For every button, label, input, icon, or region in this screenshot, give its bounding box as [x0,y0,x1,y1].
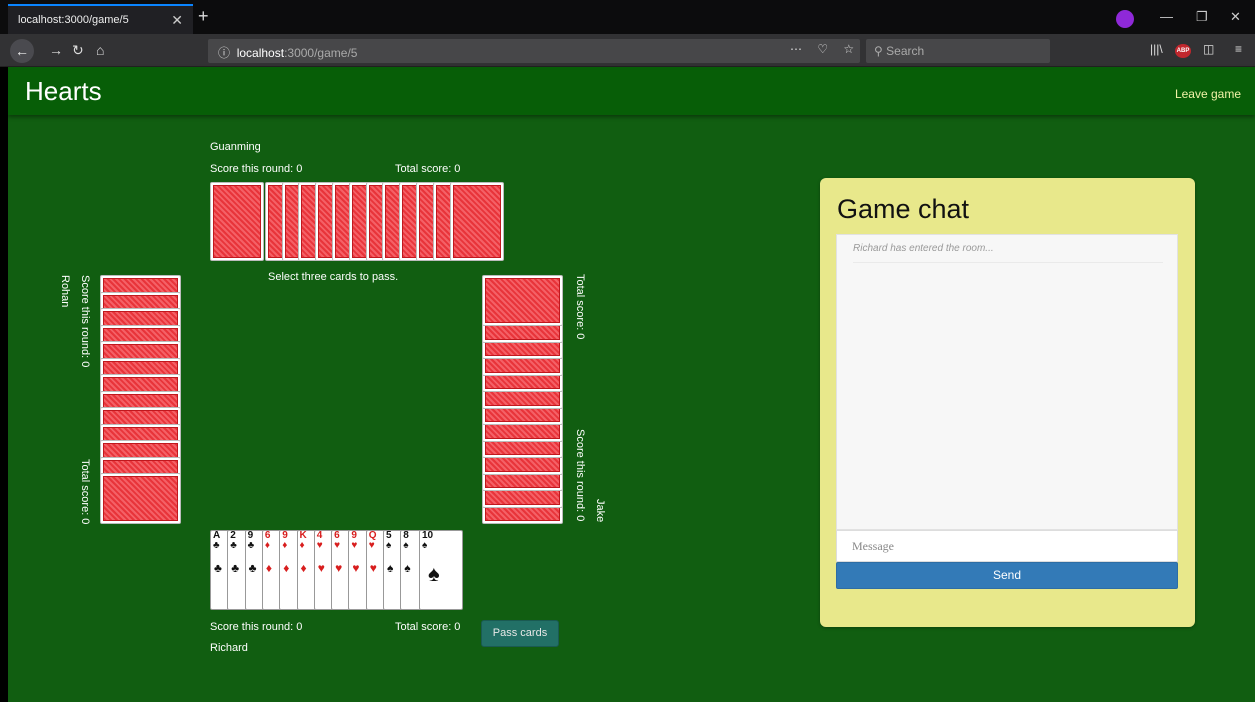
card-back-pattern [103,476,178,521]
card-pip-icon: ♦ [283,561,290,575]
bottom-round-score: Score this round: 0 [210,621,303,633]
card-pip-icon: ♣ [248,561,257,575]
pass-instruction: Select three cards to pass. [268,271,399,283]
left-round-score: Score this round: 0 [79,275,91,368]
back-icon[interactable]: ← [10,39,34,63]
card-back [482,275,563,326]
browser-tab[interactable]: localhost:3000/game/5 ✕ [8,4,193,34]
card-pip-icon: ♠ [428,561,440,586]
right-player-name: Jake [594,499,606,523]
card-back-pattern [213,185,261,258]
bottom-total-score: Total score: 0 [395,621,461,633]
chat-log[interactable]: Richard has entered the room... [836,234,1178,530]
home-icon[interactable]: ⌂ [96,42,104,58]
card-pip-icon: ♠ [404,561,411,575]
browser-nav-bar: ← → ↻ ⌂ ⓘ localhost:3000/game/5 ⋯ ♡ ☆ ⚲ … [0,34,1255,67]
card-back [449,182,504,261]
info-icon[interactable]: ⓘ [218,46,230,60]
reload-icon[interactable]: ↻ [72,42,84,59]
url-bar[interactable]: ⓘ localhost:3000/game/5 [208,39,860,63]
hearts-app: Hearts Leave game Guanming Score this ro… [8,67,1255,702]
right-round-score: Score this round: 0 [574,429,586,522]
sidebar-icon[interactable]: ◫ [1203,42,1214,56]
top-player-name: Guanming [210,141,261,153]
forward-icon[interactable]: → [49,42,63,58]
left-player-name: Rohan [59,275,71,308]
card-pip-icon: ♥ [369,561,377,575]
send-button[interactable]: Send [836,562,1178,589]
bottom-player-name: Richard [210,642,248,654]
card-suit-icon: ♥ [334,540,341,551]
minimize-icon[interactable]: — [1160,9,1173,24]
message-input[interactable] [836,530,1178,562]
card-suit-icon: ♥ [351,540,358,551]
pass-cards-button[interactable]: Pass cards [481,620,559,647]
card-suit-icon: ♦ [264,540,270,551]
app-title: Hearts [25,76,102,106]
card-suit-icon: ♠ [386,540,392,551]
new-tab-icon[interactable]: + [198,6,209,27]
card-pip-icon: ♣ [214,561,222,575]
page-actions-icon[interactable]: ⋯ ♡ ☆ [790,42,860,56]
app-header: Hearts Leave game [8,67,1255,115]
card-suit-icon: ♣ [213,540,220,551]
chat-title: Game chat [837,194,970,224]
top-round-score: Score this round: 0 [210,163,303,175]
leave-game-link[interactable]: Leave game [1175,87,1241,101]
card-pip-icon: ♥ [335,561,343,575]
card-suit-icon: ♠ [403,540,409,551]
menu-icon[interactable]: ≡ [1235,42,1242,56]
card-back [100,473,181,524]
card-pip-icon: ♣ [231,561,240,575]
card-suit-icon: ♥ [316,540,323,551]
library-icon[interactable]: |||\ [1150,42,1163,56]
left-total-score: Total score: 0 [79,459,91,525]
game-chat-panel: Game chat Richard has entered the room..… [820,178,1195,627]
restore-icon[interactable]: ❐ [1196,9,1208,25]
card-pip-icon: ♥ [317,561,325,575]
url-host: localhost [236,46,285,60]
player-hand: A ♣ ♣ 2 ♣ ♣ 9 ♣ ♣ 6 ♦ ♦ 9 ♦ ♦ K ♦ ♦ 4 ♥ ♥ 6 ♥ ♥ 9 ♥ ♥ Q ♥ ♥ 5 ♠ ♠ 8 ♠ ♠ 10 ♠ ♠ [210,530,463,612]
tab-title: localhost:3000/game/5 [18,14,129,26]
card-suit-icon: ♣ [230,540,237,551]
search-placeholder: Search [886,44,925,58]
adblock-icon[interactable]: ABP [1175,44,1191,58]
close-window-icon[interactable]: ✕ [1230,9,1241,25]
top-total-score: Total score: 0 [395,163,461,175]
card-back-pattern [485,278,560,323]
chat-message: Richard has entered the room... [853,243,1163,263]
close-tab-icon[interactable]: ✕ [171,12,183,29]
right-total-score: Total score: 0 [574,274,586,340]
card-suit-icon: ♣ [247,540,255,551]
card-suit-icon: ♦ [299,540,305,551]
card-pip-icon: ♠ [387,561,394,575]
card-suit-icon: ♦ [282,540,288,551]
browser-tab-bar: localhost:3000/game/5 ✕ + — ❐ ✕ [0,0,1255,34]
card-pip-icon: ♦ [300,561,307,575]
card-pip-icon: ♦ [265,561,273,575]
card-pip-icon: ♥ [352,561,360,575]
url-path: :3000/game/5 [284,46,358,60]
search-input[interactable]: ⚲ Search [866,39,1050,63]
private-browsing-icon [1116,10,1134,28]
card-suit-icon: ♥ [368,540,375,551]
card-back [210,182,264,261]
card-suit-icon: ♠ [422,540,428,551]
card-back-pattern [452,185,501,258]
search-icon: ⚲ [874,44,883,58]
hand-card[interactable]: 10 ♠ ♠ [419,530,463,610]
